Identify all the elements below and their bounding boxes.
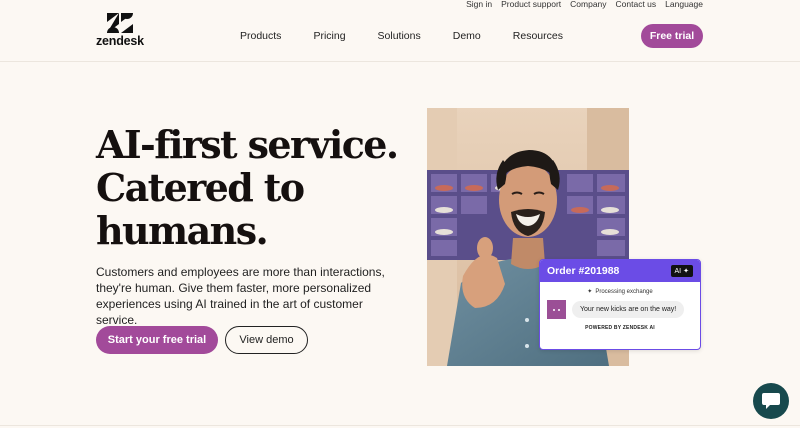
- header-divider: [0, 61, 800, 62]
- zendesk-z-logo-icon: [107, 13, 133, 33]
- utility-link-product-support[interactable]: Product support: [501, 0, 561, 9]
- ai-badge: AI ✦: [670, 265, 693, 277]
- view-demo-button[interactable]: View demo: [225, 326, 308, 354]
- chat-message-row: Your new kicks are on the way!: [547, 300, 700, 319]
- utility-link-contact-us[interactable]: Contact us: [616, 0, 657, 9]
- chat-bubble-icon: [762, 393, 780, 409]
- page-divider: [0, 425, 800, 426]
- hero-description: Customers and employees are more than in…: [96, 265, 385, 327]
- hero-title-line: Catered to: [96, 165, 305, 210]
- help-chat-button[interactable]: [753, 383, 789, 419]
- nav-pricing[interactable]: Pricing: [313, 30, 345, 42]
- status-text: Processing exchange: [595, 288, 653, 295]
- chat-message-bubble: Your new kicks are on the way!: [572, 301, 685, 318]
- nav-demo[interactable]: Demo: [453, 30, 481, 42]
- chat-header: Order #201988 AI ✦: [540, 260, 700, 282]
- main-nav: Products Pricing Solutions Demo Resource…: [240, 30, 595, 42]
- utility-link-language[interactable]: Language: [665, 0, 703, 9]
- zendesk-logo[interactable]: zendesk: [96, 13, 146, 48]
- hero-title-line: AI-first service.: [96, 122, 399, 167]
- utility-nav: Sign in Product support Company Contact …: [466, 0, 703, 9]
- bot-avatar-icon: [547, 300, 566, 319]
- start-free-trial-button[interactable]: Start your free trial: [96, 326, 218, 354]
- sparkle-icon: ✦: [587, 289, 593, 295]
- sparkle-icon: ✦: [683, 268, 689, 275]
- ai-chat-widget: Order #201988 AI ✦ ✦ Processing exchange…: [539, 259, 701, 350]
- order-number: Order #201988: [547, 265, 620, 277]
- nav-solutions[interactable]: Solutions: [378, 30, 421, 42]
- nav-resources[interactable]: Resources: [513, 30, 563, 42]
- hero-title-line: humans.: [96, 208, 269, 253]
- powered-by-label: POWERED BY ZENDESK AI: [585, 325, 655, 331]
- free-trial-button[interactable]: Free trial: [641, 24, 703, 48]
- chat-status: ✦ Processing exchange: [540, 288, 700, 296]
- logo-wordmark: zendesk: [96, 34, 144, 48]
- hero-title: AI-first service. Catered to humans.: [96, 123, 416, 252]
- nav-products[interactable]: Products: [240, 30, 281, 42]
- ai-badge-label: AI: [674, 267, 682, 275]
- utility-link-sign-in[interactable]: Sign in: [466, 0, 492, 9]
- utility-link-company[interactable]: Company: [570, 0, 606, 9]
